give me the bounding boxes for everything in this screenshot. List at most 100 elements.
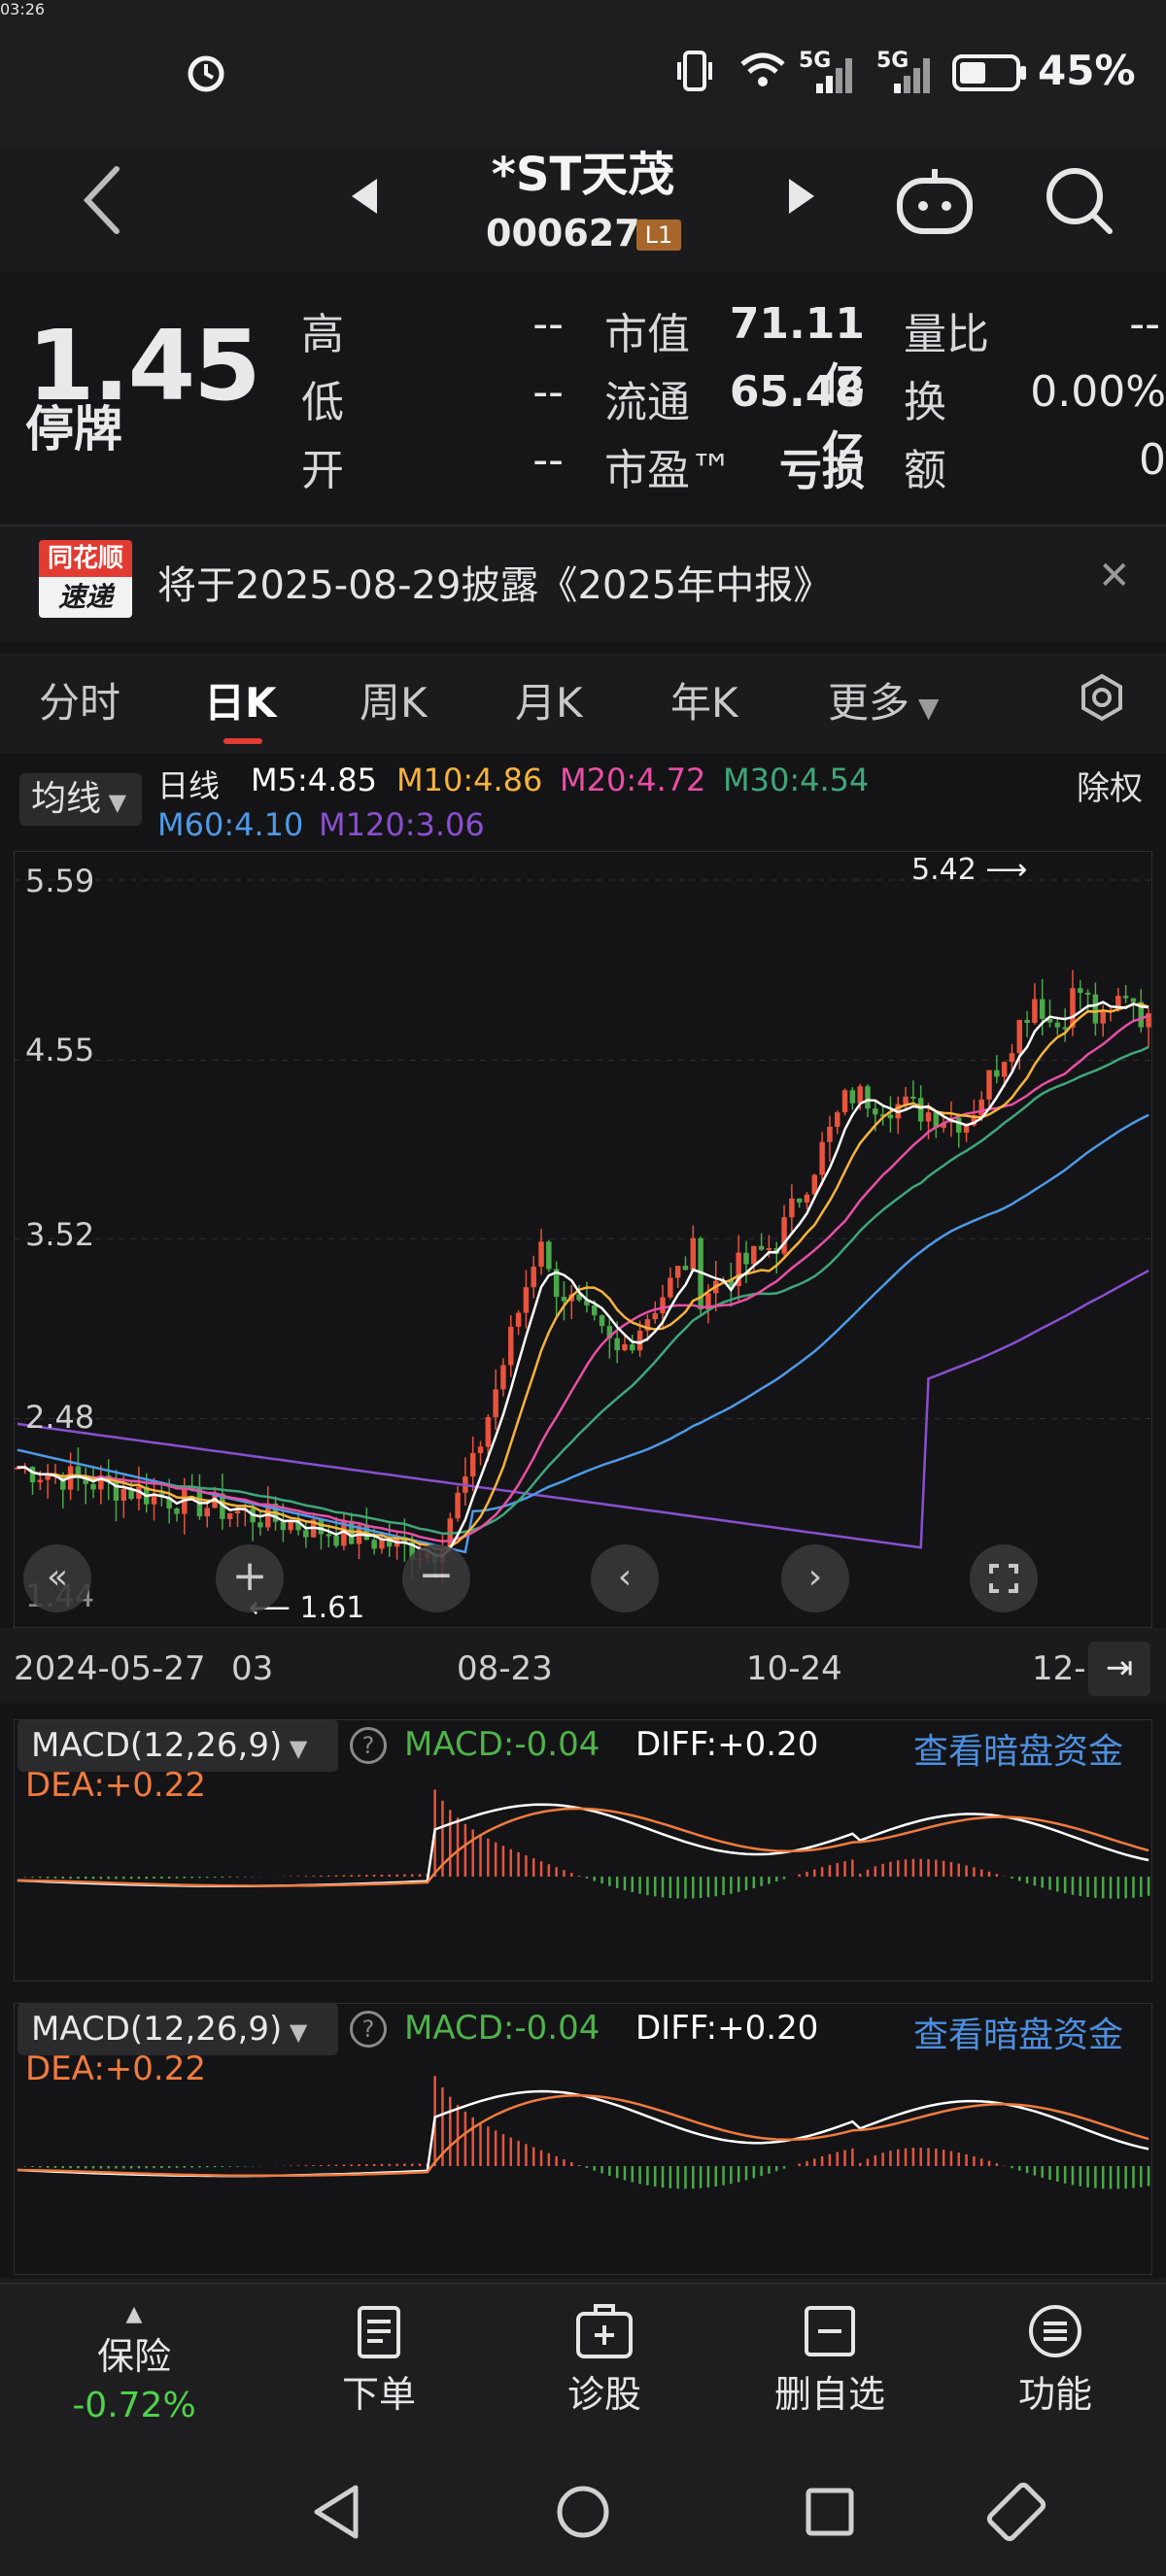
candle-body [1009,1053,1015,1063]
nav-home-icon[interactable] [554,2483,612,2541]
tab-more[interactable]: 更多 ▼ [828,670,939,729]
candle-body [303,1530,309,1538]
float-cap-label: 流通 [604,378,690,427]
open-label: 开 [301,446,344,495]
candle-body [485,1416,492,1447]
candle-body [956,1117,962,1134]
next-stock-icon[interactable] [785,175,818,218]
candle-body [1100,1011,1106,1024]
close-icon[interactable]: ✕ [1098,554,1131,598]
candle-body [630,1343,635,1351]
candle-body [37,1479,44,1483]
vibrate-icon [677,51,712,91]
scroll-left-icon[interactable]: ‹ [591,1544,659,1612]
candle-body [1032,999,1038,1024]
candle-body [994,1069,1000,1077]
wifi-icon [740,52,785,86]
fullscreen-glyph [989,1564,1018,1593]
candle-body [682,1266,689,1271]
ma20-label: M20:4.72 [560,762,706,798]
nav-recents-icon[interactable] [803,2485,857,2539]
candle-body [1024,1020,1030,1024]
zoom-out-icon[interactable]: − [402,1544,470,1612]
fullscreen-icon[interactable] [970,1544,1038,1612]
candle-body [204,1508,210,1517]
candle-body [781,1217,787,1254]
pe-label: 市盈™ [604,446,733,495]
menu-icon [1029,2305,1081,2357]
candle-body [910,1096,916,1099]
jump-to-latest-icon[interactable]: ⇥ [1088,1642,1150,1696]
insurance-button[interactable]: ▲ 保险 -0.72% [37,2302,231,2425]
candle-body [326,1534,331,1537]
candle-body [978,1099,984,1116]
settings-icon[interactable] [1077,672,1127,723]
max-price-value: 5.42 [911,853,977,887]
period-label: 日线 [157,767,221,804]
tab-daily-k[interactable]: 日K [204,670,277,729]
search-icon[interactable] [1042,163,1115,237]
tab-monthly-k[interactable]: 月K [515,670,583,729]
candle-body [257,1522,263,1528]
order-button[interactable]: 下单 [282,2302,476,2418]
ma-select-button[interactable]: 均线 ▼ [19,773,142,826]
candle-body [561,1297,567,1302]
y-tick-top: 5.59 [25,863,95,899]
remove-watchlist-icon [805,2306,855,2356]
insurance-label: 保险 [96,2335,171,2378]
max-price-label: 5.42 ⟶ [911,853,1028,887]
ths-express-logo: 同花顺 速递 [39,540,132,618]
battery-percent: 45% [1038,47,1136,94]
macd-signal-line [17,2089,1149,2178]
nav-back-icon[interactable] [309,2482,363,2542]
remove-watchlist-button[interactable]: 删自选 [733,2302,927,2418]
low-label: 低 [301,378,344,427]
candle-body [903,1096,909,1104]
signal-icon [894,58,930,93]
robot-assistant-icon[interactable] [894,163,976,237]
candle-body [29,1467,36,1483]
candle-body [508,1326,514,1366]
candle-body [827,1126,833,1142]
battery-icon [952,54,1026,91]
chevron-up-icon: ▲ [125,2302,143,2326]
candle-body [531,1267,536,1288]
candle-body [280,1521,287,1531]
fast-backward-icon[interactable]: « [23,1544,91,1612]
candle-body [1001,1062,1008,1077]
diagnose-button[interactable]: 诊股 [507,2302,702,2418]
y-tick: 2.48 [25,1399,95,1436]
open-value: -- [532,435,564,485]
ma10-label: M10:4.86 [396,762,543,798]
zoom-in-icon[interactable]: + [216,1544,284,1612]
status-time: 03:26 [0,0,46,18]
candle-body [857,1086,863,1103]
candle-body [455,1492,461,1519]
candle-body [804,1194,810,1203]
candle-body [1130,998,1137,1002]
volume-ratio-label: 量比 [904,310,989,359]
candle-body [917,1098,924,1122]
level-badge: L1 [636,220,681,251]
min-price-value: 1.61 [299,1591,365,1625]
scroll-right-icon[interactable]: › [781,1544,849,1612]
ex-rights-toggle[interactable]: 除权 [1077,762,1143,809]
candle-body [1054,1022,1061,1028]
tab-weekly-k[interactable]: 周K [360,670,428,729]
candle-body [622,1343,628,1351]
moving-average-line [17,1002,1149,1551]
kline-chart[interactable] [14,851,1152,1628]
tab-yearly-k[interactable]: 年K [670,670,738,729]
tab-intraday[interactable]: 分时 [39,670,120,729]
candle-body [873,1108,878,1115]
logo-bottom-text: 速递 [39,577,132,618]
candle-body [690,1237,697,1271]
dropdown-icon: ▼ [909,692,940,724]
candle-body [333,1536,339,1546]
rotate-screen-icon[interactable] [983,2479,1049,2545]
announcement-text: 将于2025-08-29披露《2025年中报》 [157,563,833,608]
turnover-label: 换 [904,378,946,427]
functions-button[interactable]: 功能 [958,2302,1152,2418]
candle-body [45,1474,51,1480]
pe-value: 亏损 [779,446,865,495]
